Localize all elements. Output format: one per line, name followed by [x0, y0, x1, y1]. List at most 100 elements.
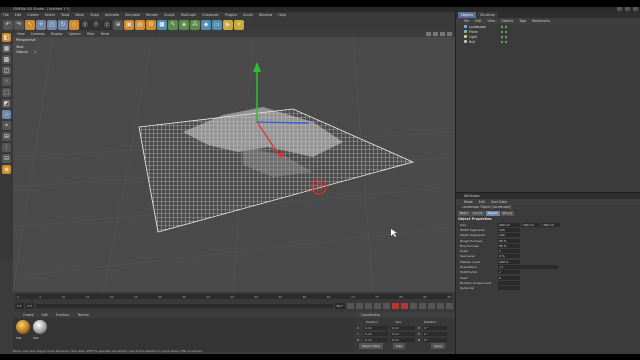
- light-icon[interactable]: ☀: [234, 19, 244, 30]
- attribute-value[interactable]: 100: [498, 227, 520, 232]
- material-menu-function[interactable]: Function: [56, 313, 70, 317]
- rotation-key-icon[interactable]: [437, 302, 444, 309]
- camera-icon[interactable]: ▶: [223, 19, 233, 30]
- rotation-field[interactable]: 0 °: [422, 332, 447, 336]
- tab-structure[interactable]: Structure: [477, 12, 498, 18]
- enable-axis-icon[interactable]: ⊹: [2, 110, 11, 119]
- menu-mesh[interactable]: Mesh: [75, 13, 84, 17]
- menu-plugins[interactable]: Plugins: [225, 13, 237, 17]
- redo-icon[interactable]: ↷: [14, 19, 24, 30]
- tweak-icon[interactable]: ⌖: [2, 121, 11, 130]
- menu-simulate[interactable]: Simulate: [125, 13, 140, 17]
- visibility-editor-dot[interactable]: [501, 25, 503, 28]
- visibility-render-dot[interactable]: [505, 30, 507, 33]
- menu-snap[interactable]: Snap: [90, 13, 99, 17]
- timeline-end[interactable]: 90 F: [334, 302, 345, 309]
- move-icon[interactable]: ✛: [36, 19, 46, 30]
- maximize-button[interactable]: [625, 7, 630, 11]
- position-field[interactable]: 0 cm: [364, 338, 388, 342]
- move-view-icon[interactable]: [426, 32, 431, 36]
- position-field[interactable]: 0 cm: [364, 326, 388, 330]
- viewport-menu-panel[interactable]: Panel: [101, 32, 110, 36]
- x-axis-icon[interactable]: Ⓧ: [80, 19, 90, 30]
- menu-tools[interactable]: Tools: [61, 13, 69, 17]
- array-icon[interactable]: ⁂: [190, 19, 200, 30]
- model-mode-icon[interactable]: ▦: [2, 44, 11, 53]
- menu-mograph[interactable]: MoGraph: [181, 13, 196, 17]
- render-view-icon[interactable]: ▣: [124, 19, 134, 30]
- objects-menu-file[interactable]: File: [464, 19, 469, 23]
- viewport-menu-filter[interactable]: Filter: [87, 32, 95, 36]
- attribute-value[interactable]: 100 %: [498, 259, 520, 264]
- timeline-start[interactable]: 0 F: [15, 302, 24, 309]
- menu-window[interactable]: Window: [259, 13, 272, 17]
- next-frame-icon[interactable]: [374, 302, 381, 309]
- viewport-menu-options[interactable]: Options: [69, 32, 81, 36]
- scale-icon[interactable]: ◰: [47, 19, 57, 30]
- recent-tool-icon[interactable]: ◇: [69, 19, 79, 30]
- attributes-menu-mode[interactable]: Mode: [464, 200, 473, 204]
- visibility-render-dot[interactable]: [505, 35, 507, 38]
- menu-sculpt[interactable]: Sculpt: [164, 13, 175, 17]
- size-field[interactable]: 0 cm: [391, 326, 415, 330]
- attributes-menu-user-data[interactable]: User Data: [491, 200, 507, 204]
- position-key-icon[interactable]: [419, 302, 426, 309]
- menu-file[interactable]: File: [3, 13, 9, 17]
- timeline[interactable]: 0 5 10 15 20 25 30 35 40 45 50 55 60 65 70 75 80 85 90 0 F…: [13, 292, 455, 312]
- polygons-mode-icon[interactable]: ◩: [2, 99, 11, 108]
- attribute-value[interactable]: ✓: [498, 270, 520, 275]
- viewport-perspective[interactable]: View Cameras Display Options Filter Panel: [13, 31, 455, 292]
- range-slider[interactable]: [36, 303, 333, 308]
- object-list-item[interactable]: Null: [456, 39, 640, 44]
- menu-script[interactable]: Script: [243, 13, 253, 17]
- deformer-icon[interactable]: ◆: [201, 19, 211, 30]
- toggle-view-icon[interactable]: [447, 32, 452, 36]
- timeline-current[interactable]: 0 F: [25, 302, 35, 309]
- attribute-value[interactable]: [498, 286, 520, 291]
- quantize-icon[interactable]: ⋮: [2, 143, 11, 152]
- position-field[interactable]: 0 cm: [364, 332, 388, 336]
- menu-select[interactable]: Select: [45, 13, 55, 17]
- rotation-field[interactable]: 0 °: [423, 338, 448, 342]
- coordinate-system-icon[interactable]: ⊕: [113, 19, 123, 30]
- live-select-icon[interactable]: ↖: [25, 19, 35, 30]
- attribute-value[interactable]: [498, 280, 520, 285]
- material-menu-edit[interactable]: Edit: [42, 313, 48, 317]
- tab-objects[interactable]: Objects: [458, 12, 477, 18]
- record-icon[interactable]: [392, 302, 399, 309]
- points-mode-icon[interactable]: ⁘: [2, 77, 11, 86]
- make-editable-icon[interactable]: ◧: [2, 33, 11, 42]
- workplane-icon[interactable]: ◫: [2, 66, 11, 75]
- visibility-editor-dot[interactable]: [501, 35, 503, 38]
- objects-menu-edit[interactable]: Edit: [475, 19, 481, 23]
- attribute-value[interactable]: 1: [498, 249, 520, 254]
- cube-icon[interactable]: ■: [157, 19, 167, 30]
- viewport-canvas[interactable]: [13, 37, 455, 292]
- material-thumbnail-2[interactable]: [33, 320, 47, 334]
- objects-menu-bookmarks[interactable]: Bookmarks: [532, 19, 550, 23]
- menu-edit[interactable]: Edit: [15, 13, 22, 17]
- minimize-button[interactable]: [617, 7, 622, 11]
- scale-key-icon[interactable]: [428, 302, 435, 309]
- goto-start-icon[interactable]: [347, 302, 354, 309]
- objects-menu-objects[interactable]: Objects: [501, 19, 513, 23]
- edges-mode-icon[interactable]: ⬚: [2, 88, 11, 97]
- material-thumbnail-1[interactable]: [16, 320, 30, 334]
- attribute-value-3[interactable]: 400 cm: [542, 222, 560, 227]
- rotation-field[interactable]: 0 °: [423, 326, 448, 330]
- viewport-menu-view[interactable]: View: [17, 32, 25, 36]
- parameter-key-icon[interactable]: [446, 302, 453, 309]
- subdivision-surface-icon[interactable]: ◈: [179, 19, 189, 30]
- close-button[interactable]: [633, 7, 638, 11]
- snap-icon[interactable]: ⊞: [2, 132, 11, 141]
- visibility-editor-dot[interactable]: [501, 40, 503, 43]
- attribute-value[interactable]: 50 %: [498, 238, 520, 243]
- zoom-view-icon[interactable]: [433, 32, 438, 36]
- menu-animate[interactable]: Animate: [105, 13, 119, 17]
- visibility-render-dot[interactable]: [505, 25, 507, 28]
- autokey-icon[interactable]: [401, 302, 408, 309]
- size-field[interactable]: 0 cm: [391, 332, 415, 336]
- attribute-value-2[interactable]: 100 cm: [522, 222, 540, 227]
- floor-icon[interactable]: ▭: [212, 19, 222, 30]
- attribute-value[interactable]: 0: [498, 275, 520, 280]
